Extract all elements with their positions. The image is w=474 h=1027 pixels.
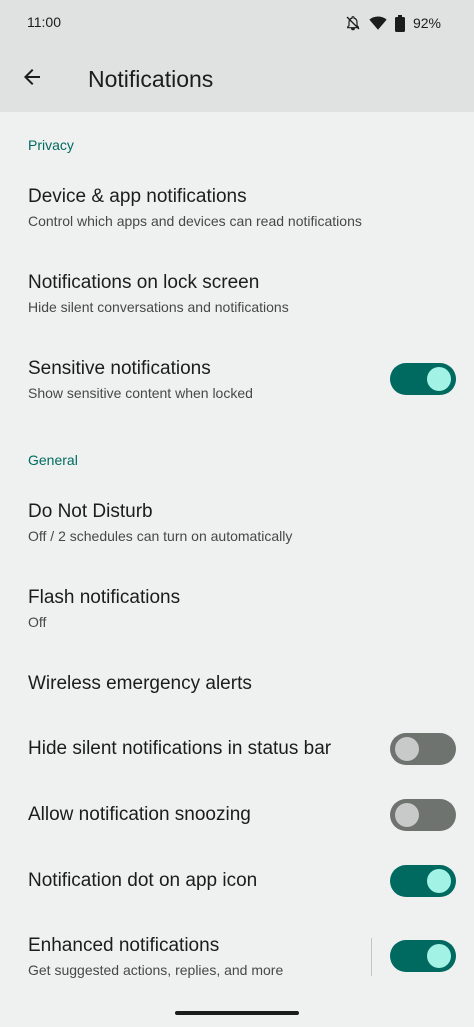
- setting-flash-notifications[interactable]: Flash notifications Off: [0, 573, 474, 653]
- setting-subtitle: Off: [28, 614, 47, 630]
- home-indicator: [175, 1011, 299, 1015]
- setting-title: Sensitive notifications: [28, 358, 211, 379]
- battery-percent: 92%: [412, 15, 441, 31]
- setting-subtitle: Control which apps and devices can read …: [28, 213, 362, 229]
- setting-subtitle: Hide silent conversations and notificati…: [28, 299, 289, 315]
- setting-notification-snoozing[interactable]: Allow notification snoozing: [0, 787, 474, 843]
- back-button[interactable]: [12, 59, 52, 99]
- setting-lock-screen-notifications[interactable]: Notifications on lock screen Hide silent…: [0, 258, 474, 338]
- section-header-general: General: [28, 452, 78, 468]
- setting-title: Wireless emergency alerts: [28, 673, 252, 694]
- setting-subtitle: Get suggested actions, replies, and more: [28, 962, 284, 978]
- setting-device-app-notifications[interactable]: Device & app notifications Control which…: [0, 172, 474, 252]
- status-bar: 11:00 92%: [0, 0, 474, 46]
- arrow-back-icon: [20, 65, 44, 94]
- notification-dot-toggle[interactable]: [390, 865, 456, 897]
- enhanced-notifications-toggle[interactable]: [390, 940, 456, 972]
- setting-title: Do Not Disturb: [28, 501, 153, 522]
- toggle-thumb: [427, 944, 451, 968]
- setting-do-not-disturb[interactable]: Do Not Disturb Off / 2 schedules can tur…: [0, 487, 474, 567]
- toggle-thumb: [427, 869, 451, 893]
- toggle-thumb: [395, 737, 419, 761]
- sensitive-notifications-toggle[interactable]: [390, 363, 456, 395]
- setting-hide-silent-notifications[interactable]: Hide silent notifications in status bar: [0, 721, 474, 777]
- setting-sensitive-notifications[interactable]: Sensitive notifications Show sensitive c…: [0, 344, 474, 424]
- wifi-icon: [369, 15, 387, 31]
- setting-enhanced-notifications[interactable]: Enhanced notifications Get suggested act…: [0, 921, 474, 999]
- setting-title: Notifications on lock screen: [28, 272, 260, 293]
- status-time: 11:00: [27, 14, 61, 30]
- page-title: Notifications: [88, 66, 214, 92]
- setting-title: Allow notification snoozing: [28, 804, 251, 825]
- setting-subtitle: Show sensitive content when locked: [28, 385, 253, 401]
- hide-silent-notifications-toggle[interactable]: [390, 733, 456, 765]
- toggle-thumb: [427, 367, 451, 391]
- battery-icon: [394, 14, 405, 32]
- app-bar: Notifications: [0, 46, 474, 112]
- vertical-divider: [371, 938, 372, 976]
- setting-title: Flash notifications: [28, 587, 181, 608]
- section-header-privacy: Privacy: [28, 137, 74, 153]
- toggle-thumb: [395, 803, 419, 827]
- notification-snoozing-toggle[interactable]: [390, 799, 456, 831]
- setting-title: Hide silent notifications in status bar: [28, 738, 332, 759]
- status-icons: 92%: [345, 12, 441, 34]
- setting-title: Notification dot on app icon: [28, 870, 258, 891]
- notifications-off-icon: [345, 15, 361, 31]
- setting-notification-dot[interactable]: Notification dot on app icon: [0, 853, 474, 909]
- setting-wireless-emergency-alerts[interactable]: Wireless emergency alerts: [0, 659, 474, 715]
- setting-title: Enhanced notifications: [28, 935, 220, 956]
- setting-title: Device & app notifications: [28, 186, 247, 207]
- setting-subtitle: Off / 2 schedules can turn on automatica…: [28, 528, 293, 544]
